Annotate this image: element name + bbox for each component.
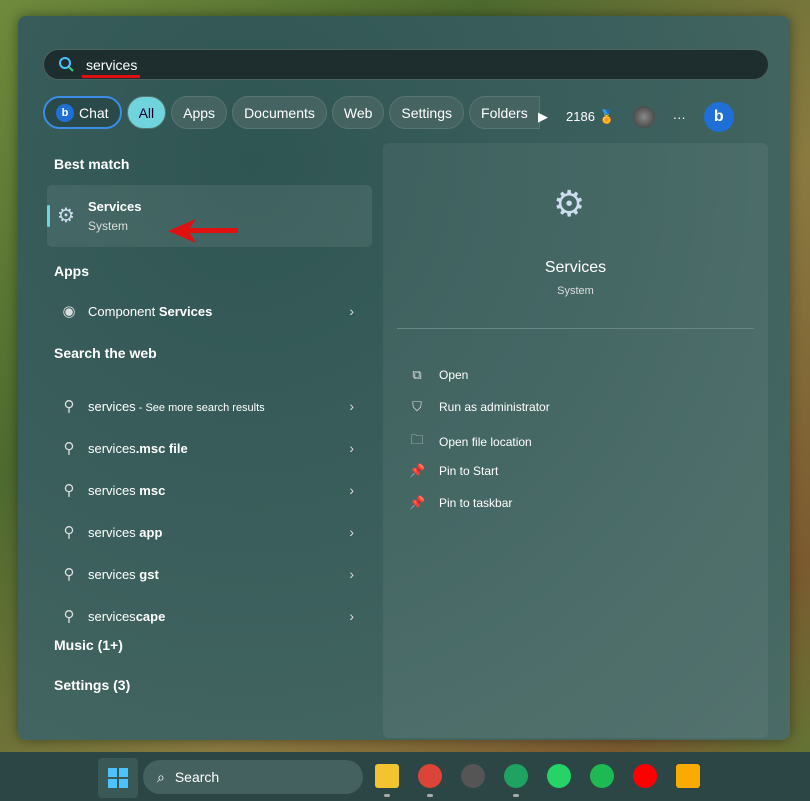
search-icon [59, 57, 74, 72]
windows-start-icon[interactable] [98, 758, 138, 798]
search-icon: ⌕ [157, 768, 165, 785]
action-label: Pin to Start [439, 464, 499, 478]
chip-settings[interactable]: Settings [389, 96, 465, 129]
search-icon: ⚲ [63, 398, 75, 415]
gears-icon: ⚙ [553, 183, 586, 224]
chevron-right-icon[interactable]: › [349, 566, 354, 582]
action-open[interactable]: ⧉ Open [409, 367, 468, 383]
item-label: servicescape [88, 608, 166, 624]
taskbar: ⌕ Search [0, 752, 810, 801]
search-input[interactable]: services [86, 57, 137, 73]
start-search-panel: services b Chat All Apps Documents Web Se… [18, 16, 790, 740]
action-run-as-administrator[interactable]: ⛉ Run as administrator [409, 399, 550, 415]
search-icon: ⚲ [63, 482, 75, 499]
search-icon: ⚲ [63, 566, 75, 583]
taskbar-file-explorer-icon[interactable] [375, 764, 399, 788]
taskbar-search[interactable]: ⌕ Search [143, 760, 363, 794]
chip-documents[interactable]: Documents [232, 96, 327, 129]
action-label: Open file location [439, 435, 532, 449]
web-result-item[interactable]: ⚲ services msc › [47, 470, 372, 510]
item-label: services app [88, 524, 163, 540]
detail-pane: ⚙ Services System ⧉ Open ⛉ Run as administr… [383, 143, 768, 738]
chevron-right-icon[interactable]: › [349, 440, 354, 456]
item-label: Component Services [88, 303, 213, 319]
more-options-icon[interactable]: ··· [673, 110, 686, 125]
section-settings[interactable]: Settings (3) [54, 677, 130, 693]
taskbar-google-chat-icon[interactable] [504, 764, 528, 788]
folder-icon: 🗀 [410, 432, 424, 447]
chevron-right-icon[interactable]: › [349, 303, 354, 319]
component-services-icon: ◉ [62, 303, 76, 320]
gears-icon: ⚙ [57, 205, 75, 227]
pin-icon: 📌 [409, 463, 426, 478]
chip-web[interactable]: Web [331, 96, 385, 129]
points-value: 2186 [566, 109, 595, 124]
action-pin-to-start[interactable]: 📌 Pin to Start [409, 463, 498, 479]
section-apps: Apps [54, 263, 89, 279]
action-open-file-location[interactable]: 🗀 Open file location [409, 431, 532, 453]
chip-chat[interactable]: b Chat [43, 96, 122, 129]
taskbar-app-icon[interactable] [461, 764, 485, 788]
search-icon: ⚲ [63, 440, 75, 457]
web-result-item[interactable]: ⚲ services app › [47, 512, 372, 552]
result-subtitle: System [88, 219, 129, 233]
divider [397, 328, 754, 329]
detail-title: Services [544, 259, 607, 276]
item-label: services msc [88, 482, 166, 498]
section-music[interactable]: Music (1+) [54, 637, 123, 653]
chip-label: Chat [79, 104, 109, 121]
action-label: Pin to taskbar [439, 496, 513, 510]
shield-icon: ⛉ [412, 399, 422, 414]
action-pin-to-taskbar[interactable]: 📌 Pin to taskbar [409, 495, 512, 511]
list-item[interactable]: ◉ Component Services › [47, 291, 372, 331]
scroll-chips-right-icon[interactable]: ▶ [538, 109, 548, 125]
item-label: services gst [88, 566, 159, 582]
web-result-item[interactable]: ⚲ services gst › [47, 554, 372, 594]
search-toolbar: ▶ 2186 🏅 ··· b [538, 102, 734, 132]
search-icon: ⚲ [63, 608, 75, 625]
action-label: Run as administrator [439, 400, 550, 414]
filter-chips: b Chat All Apps Documents Web Settings Fo… [43, 96, 540, 129]
web-result-item[interactable]: ⚲ services - See more search results › [47, 386, 372, 426]
search-box[interactable]: services [43, 49, 769, 80]
detail-subtitle: System [557, 285, 594, 297]
action-label: Open [439, 368, 469, 382]
taskbar-whatsapp-icon[interactable] [547, 764, 571, 788]
selection-indicator [47, 205, 50, 227]
taskbar-youtube-music-icon[interactable] [633, 764, 657, 788]
section-best-match: Best match [54, 156, 130, 172]
rewards-points[interactable]: 2186 🏅 [566, 109, 615, 125]
item-label: services - See more search results [88, 398, 265, 414]
annotation-arrow [168, 219, 238, 243]
medal-icon: 🏅 [598, 109, 615, 124]
bing-icon[interactable]: b [703, 102, 734, 132]
chip-apps[interactable]: Apps [171, 96, 228, 129]
result-title: Services [88, 199, 142, 214]
open-external-icon: ⧉ [412, 367, 422, 382]
taskbar-chrome-icon[interactable] [418, 764, 442, 788]
pin-icon: 📌 [409, 495, 426, 510]
taskbar-search-label: Search [174, 769, 220, 785]
chip-all[interactable]: All [126, 96, 167, 129]
annotation-underline [82, 75, 140, 78]
item-label: services.msc file [88, 440, 188, 456]
taskbar-spotify-icon[interactable] [590, 764, 614, 788]
running-indicator [384, 794, 390, 797]
section-search-web: Search the web [54, 345, 157, 361]
chevron-right-icon[interactable]: › [349, 482, 354, 498]
chevron-right-icon[interactable]: › [349, 524, 354, 540]
avatar[interactable] [632, 106, 655, 128]
bing-icon: b [56, 103, 74, 122]
running-indicator [513, 794, 519, 797]
chip-folders[interactable]: Folders [469, 96, 540, 129]
chevron-right-icon[interactable]: › [349, 398, 354, 414]
running-indicator [427, 794, 433, 797]
web-result-item[interactable]: ⚲ services.msc file › [47, 428, 372, 468]
web-result-item[interactable]: ⚲ servicescape › [47, 596, 372, 636]
search-icon: ⚲ [63, 524, 75, 541]
taskbar-google-keep-icon[interactable] [676, 764, 700, 788]
chevron-right-icon[interactable]: › [349, 608, 354, 624]
